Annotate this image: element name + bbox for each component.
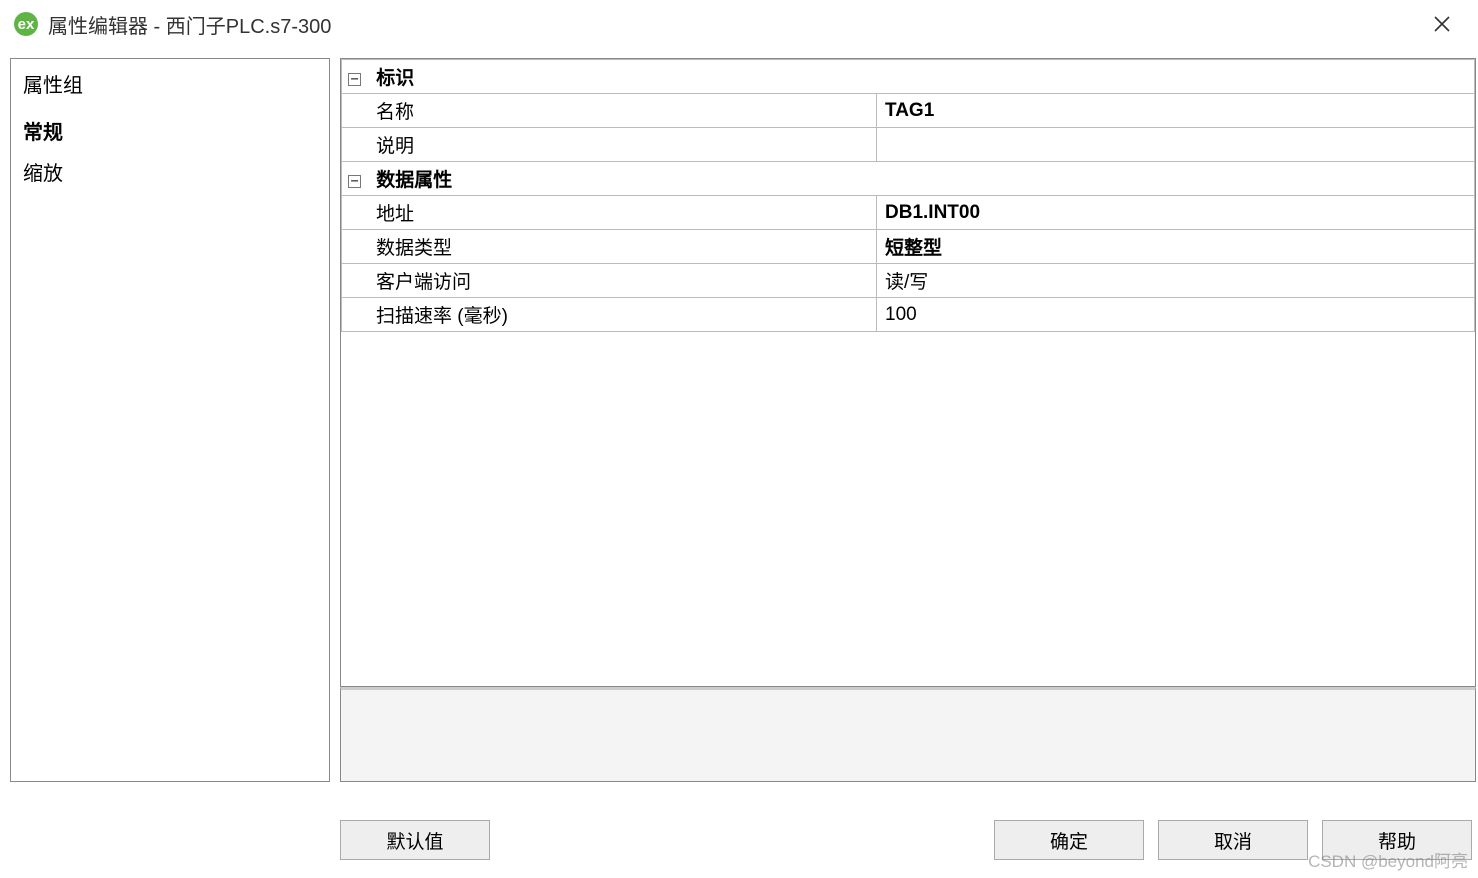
property-row-datatype[interactable]: 数据类型 短整型: [342, 230, 1475, 264]
collapse-icon[interactable]: −: [348, 175, 361, 188]
property-label: 地址: [342, 196, 877, 230]
help-button[interactable]: 帮助: [1322, 820, 1472, 860]
property-value-address[interactable]: DB1.INT00: [877, 196, 1475, 230]
category-data-attributes[interactable]: − 数据属性: [342, 162, 1475, 196]
property-row-scan-rate[interactable]: 扫描速率 (毫秒) 100: [342, 298, 1475, 332]
content-area: 属性组 常规 缩放 − 标识 名称 TAG1 说明: [0, 52, 1478, 782]
property-row-address[interactable]: 地址 DB1.INT00: [342, 196, 1475, 230]
category-label: 数据属性: [376, 170, 452, 191]
property-value-scan-rate[interactable]: 100: [877, 298, 1475, 332]
category-identification[interactable]: − 标识: [342, 60, 1475, 94]
main-panel: − 标识 名称 TAG1 说明 − 数据属性: [340, 58, 1476, 782]
property-grid: − 标识 名称 TAG1 说明 − 数据属性: [340, 58, 1476, 687]
app-icon: ex: [14, 12, 38, 36]
sidebar-item-general[interactable]: 常规: [23, 110, 317, 151]
sidebar-heading: 属性组: [23, 69, 317, 98]
category-label: 标识: [376, 68, 414, 89]
property-table: − 标识 名称 TAG1 说明 − 数据属性: [341, 59, 1475, 332]
button-bar: 默认值 确定 取消 帮助: [340, 812, 1472, 868]
collapse-icon[interactable]: −: [348, 73, 361, 86]
property-row-name[interactable]: 名称 TAG1: [342, 94, 1475, 128]
property-label: 扫描速率 (毫秒): [342, 298, 877, 332]
property-value-name[interactable]: TAG1: [877, 94, 1475, 128]
sidebar: 属性组 常规 缩放: [10, 58, 330, 782]
property-label: 说明: [342, 128, 877, 162]
property-value-description[interactable]: [877, 128, 1475, 162]
property-row-description[interactable]: 说明: [342, 128, 1475, 162]
property-value-datatype[interactable]: 短整型: [877, 230, 1475, 264]
property-label: 客户端访问: [342, 264, 877, 298]
defaults-button[interactable]: 默认值: [340, 820, 490, 860]
property-label: 数据类型: [342, 230, 877, 264]
window-title: 属性编辑器 - 西门子PLC.s7-300: [48, 10, 331, 39]
sidebar-item-scaling[interactable]: 缩放: [23, 151, 317, 192]
property-row-client-access[interactable]: 客户端访问 读/写: [342, 264, 1475, 298]
close-icon: [1433, 15, 1451, 33]
close-button[interactable]: [1422, 8, 1462, 40]
ok-button[interactable]: 确定: [994, 820, 1144, 860]
property-label: 名称: [342, 94, 877, 128]
titlebar: ex 属性编辑器 - 西门子PLC.s7-300: [0, 0, 1478, 52]
description-panel: [340, 687, 1476, 782]
cancel-button[interactable]: 取消: [1158, 820, 1308, 860]
property-value-client-access[interactable]: 读/写: [877, 264, 1475, 298]
